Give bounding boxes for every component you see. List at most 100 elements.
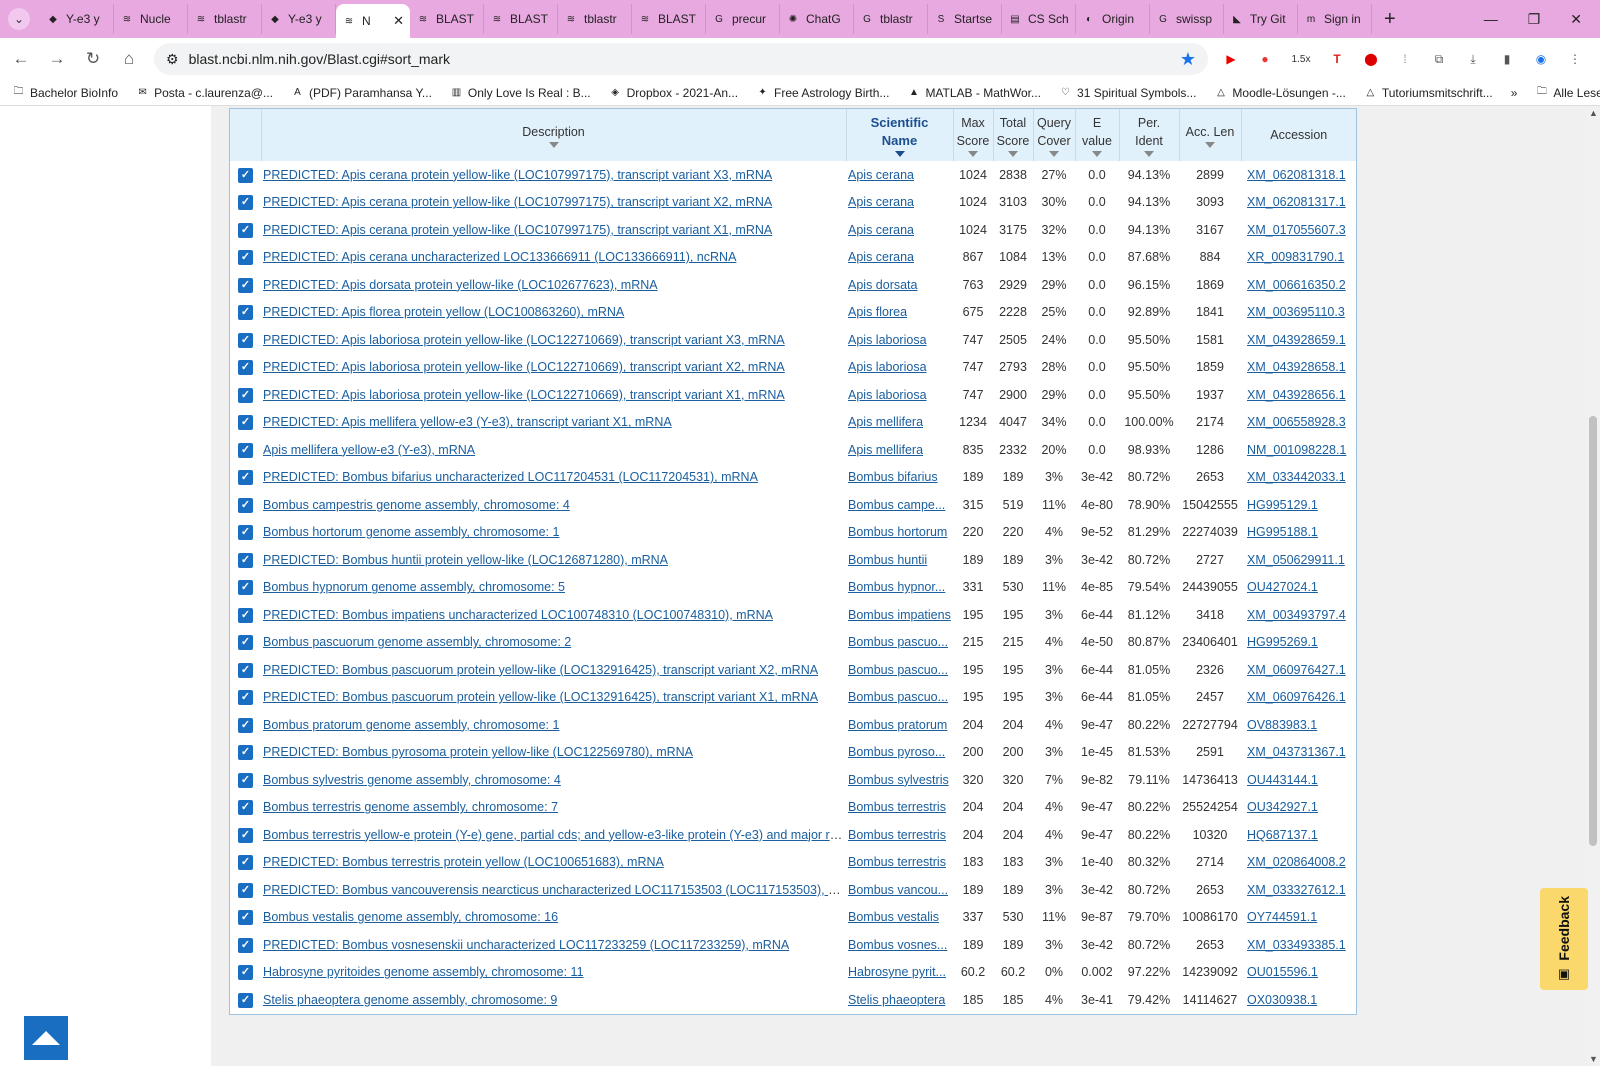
accession-link[interactable]: HG995188.1 [1247, 525, 1318, 539]
accession-link[interactable]: XM_060976427.1 [1247, 663, 1346, 677]
row-checkbox[interactable]: ✓ [238, 937, 253, 953]
scientific-name-link[interactable]: Bombus pascuo... [848, 690, 948, 704]
download-icon[interactable]: ⤓ [1464, 50, 1482, 68]
description-link[interactable]: PREDICTED: Bombus huntii protein yellow-… [263, 553, 668, 567]
sort-arrow-icon[interactable] [1049, 150, 1059, 157]
description-link[interactable]: PREDICTED: Apis cerana uncharacterized L… [263, 250, 736, 264]
accession-link[interactable]: NM_001098228.1 [1247, 443, 1346, 457]
row-checkbox[interactable]: ✓ [238, 195, 253, 211]
bookmark-item[interactable]: ♡ 31 Spiritual Symbols... [1059, 86, 1196, 100]
description-link[interactable]: PREDICTED: Bombus pascuorum protein yell… [263, 690, 818, 704]
column-description[interactable]: Description [261, 109, 847, 161]
scientific-name-link[interactable]: Bombus pratorum [848, 718, 947, 732]
sort-arrow-icon[interactable] [1008, 150, 1018, 157]
accession-link[interactable]: HQ687137.1 [1247, 828, 1318, 842]
description-link[interactable]: Bombus pascuorum genome assembly, chromo… [263, 635, 571, 649]
scientific-name-link[interactable]: Apis cerana [848, 195, 914, 209]
accession-link[interactable]: XM_033327612.1 [1247, 883, 1346, 897]
scientific-name-link[interactable]: Bombus vosnes... [848, 938, 947, 952]
scientific-name-link[interactable]: Bombus terrestris [848, 828, 946, 842]
accession-link[interactable]: XM_033493385.1 [1247, 938, 1346, 952]
accession-link[interactable]: XM_017055607.3 [1247, 223, 1346, 237]
tp-ext-icon[interactable]: T [1328, 50, 1346, 68]
description-link[interactable]: PREDICTED: Bombus pascuorum protein yell… [263, 663, 818, 677]
bookmark-item[interactable]: 🗀 Bachelor BioInfo [12, 86, 119, 100]
browser-tab[interactable]: ◆ Y-e3 y [40, 4, 114, 34]
browser-tab[interactable]: S Startse [928, 4, 1002, 34]
bookmarks-more-button[interactable]: » [1511, 86, 1518, 100]
scroll-up-icon[interactable]: ▲ [1589, 108, 1598, 118]
row-checkbox[interactable]: ✓ [238, 827, 253, 843]
scientific-name-link[interactable]: Bombus pyroso... [848, 745, 945, 759]
scientific-name-link[interactable]: Bombus pascuo... [848, 663, 948, 677]
row-checkbox[interactable]: ✓ [238, 167, 253, 183]
profile-avatar-icon[interactable]: ◉ [1532, 50, 1550, 68]
row-checkbox[interactable]: ✓ [238, 690, 253, 706]
description-link[interactable]: PREDICTED: Apis cerana protein yellow-li… [263, 223, 772, 237]
row-checkbox[interactable]: ✓ [238, 470, 253, 486]
browser-tab[interactable]: ≋ N ✕ [336, 4, 410, 38]
site-info-icon[interactable]: ⚙ [166, 51, 179, 68]
browser-tab[interactable]: Gswissp [1150, 4, 1224, 34]
row-checkbox[interactable]: ✓ [238, 635, 253, 651]
scroll-down-icon[interactable]: ▼ [1589, 1054, 1598, 1064]
browser-tab[interactable]: ≋ BLAST [410, 4, 484, 34]
row-checkbox[interactable]: ✓ [238, 800, 253, 816]
accession-link[interactable]: XM_043928659.1 [1247, 333, 1346, 347]
row-checkbox[interactable]: ✓ [238, 332, 253, 348]
address-bar[interactable]: ⚙ blast.ncbi.nlm.nih.gov/Blast.cgi#sort_… [154, 43, 1208, 75]
description-link[interactable]: Bombus pratorum genome assembly, chromos… [263, 718, 559, 732]
description-link[interactable]: Apis mellifera yellow-e3 (Y-e3), mRNA [263, 443, 475, 457]
row-checkbox[interactable]: ✓ [238, 910, 253, 926]
description-link[interactable]: PREDICTED: Bombus impatiens uncharacteri… [263, 608, 773, 622]
browser-tab[interactable]: ≋ Nucle [114, 4, 188, 34]
description-link[interactable]: Habrosyne pyritoides genome assembly, ch… [263, 965, 584, 979]
row-checkbox[interactable]: ✓ [238, 222, 253, 238]
description-link[interactable]: PREDICTED: Apis cerana protein yellow-li… [263, 168, 772, 182]
scientific-name-link[interactable]: Apis florea [848, 305, 907, 319]
description-link[interactable]: Bombus sylvestris genome assembly, chrom… [263, 773, 561, 787]
description-link[interactable]: PREDICTED: Apis laboriosa protein yellow… [263, 388, 785, 402]
scientific-name-link[interactable]: Bombus huntii [848, 553, 927, 567]
column-scientific-name[interactable]: Scientific Name [846, 109, 954, 161]
puzzle-ext-icon[interactable]: ⧉ [1430, 50, 1448, 68]
accession-link[interactable]: XM_062081318.1 [1247, 168, 1346, 182]
description-link[interactable]: Bombus terrestris genome assembly, chrom… [263, 800, 558, 814]
column-acc-len[interactable]: Acc. Len [1179, 109, 1242, 161]
scientific-name-link[interactable]: Bombus pascuo... [848, 635, 948, 649]
row-checkbox[interactable]: ✓ [238, 745, 253, 761]
description-link[interactable]: PREDICTED: Bombus vosnesenskii uncharact… [263, 938, 789, 952]
scientific-name-link[interactable]: Bombus sylvestris [848, 773, 949, 787]
browser-tab[interactable]: ≋ BLAST [632, 4, 706, 34]
sort-arrow-icon[interactable] [1092, 150, 1102, 157]
browser-tab[interactable]: ✺ ChatG [780, 4, 854, 34]
row-checkbox[interactable]: ✓ [238, 360, 253, 376]
row-checkbox[interactable]: ✓ [238, 250, 253, 266]
home-icon[interactable]: ⌂ [118, 49, 140, 69]
scientific-name-link[interactable]: Bombus terrestris [848, 855, 946, 869]
description-link[interactable]: Bombus vestalis genome assembly, chromos… [263, 910, 558, 924]
sort-arrow-icon[interactable] [1205, 141, 1215, 148]
scientific-name-link[interactable]: Bombus vestalis [848, 910, 939, 924]
bookmark-item[interactable]: ▥ Only Love Is Real : B... [450, 86, 591, 100]
row-checkbox[interactable]: ✓ [238, 415, 253, 431]
column-per-ident[interactable]: Per. Ident [1119, 109, 1180, 161]
back-icon[interactable]: ← [10, 49, 32, 69]
accession-link[interactable]: OX030938.1 [1247, 993, 1317, 1007]
column-accession[interactable]: Accession [1241, 109, 1356, 161]
accession-link[interactable]: XM_043928658.1 [1247, 360, 1346, 374]
description-link[interactable]: PREDICTED: Bombus terrestris protein yel… [263, 855, 664, 869]
tomato-ext-icon[interactable]: ● [1256, 50, 1274, 68]
accession-link[interactable]: OU342927.1 [1247, 800, 1318, 814]
accession-link[interactable]: XM_062081317.1 [1247, 195, 1346, 209]
accession-link[interactable]: XM_043731367.1 [1247, 745, 1346, 759]
row-checkbox[interactable]: ✓ [238, 855, 253, 871]
scientific-name-link[interactable]: Apis laboriosa [848, 333, 927, 347]
accession-link[interactable]: XM_003493797.4 [1247, 608, 1346, 622]
forward-icon[interactable]: → [46, 49, 68, 69]
bookmark-item[interactable]: ✉ Posta - c.laurenza@... [136, 86, 273, 100]
description-link[interactable]: Bombus hortorum genome assembly, chromos… [263, 525, 559, 539]
scrollbar-thumb[interactable] [1589, 416, 1597, 846]
sort-arrow-icon[interactable] [968, 150, 978, 157]
scientific-name-link[interactable]: Bombus hypnor... [848, 580, 945, 594]
